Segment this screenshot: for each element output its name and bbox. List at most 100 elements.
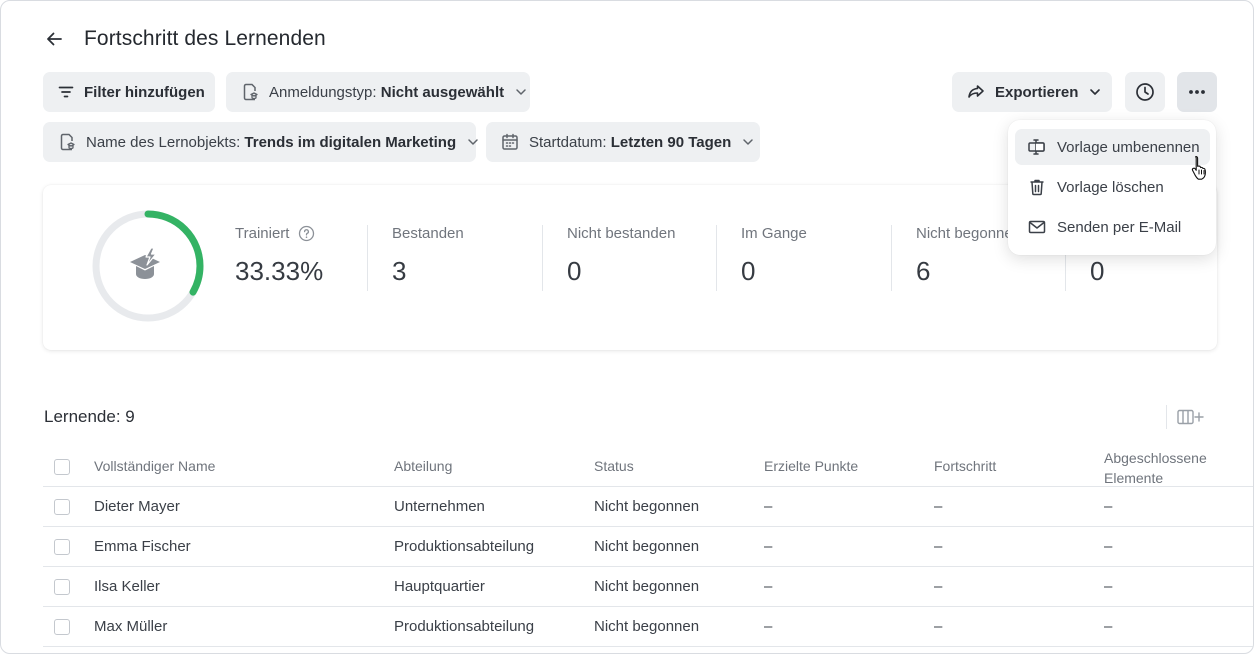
row-checkbox[interactable] [54,539,70,555]
column-header-completed[interactable]: Abgeschlossene Elemente [1104,448,1207,488]
start-date-filter[interactable]: Startdatum: Letzten 90 Tagen [486,122,760,162]
graduation-cap-icon [130,247,160,279]
cell-points: – [764,578,773,595]
learning-object-value: Trends im digitalen Marketing [244,133,457,151]
stat-not-started-label: Nicht begonnen [916,225,1022,242]
cell-status: Nicht begonnen [594,538,700,555]
learning-object-label: Name des Lernobjekts: [86,133,241,151]
menu-item-send-email[interactable]: Senden per E-Mail [1015,209,1210,245]
registration-type-filter[interactable]: Anmeldungstyp: Nicht ausgewählt [226,72,530,112]
table-row[interactable]: Dieter Mayer Unternehmen Nicht begonnen … [43,487,1253,527]
divider [716,225,717,291]
cell-completed: – [1104,618,1113,635]
divider [891,225,892,291]
row-checkbox[interactable] [54,619,70,635]
filter-icon [57,83,75,101]
column-header-progress[interactable]: Fortschritt [934,458,996,474]
cell-name: Max Müller [94,618,168,635]
rename-icon [1027,137,1047,157]
chevron-down-icon [741,135,755,149]
menu-item-delete-template[interactable]: Vorlage löschen [1015,169,1210,205]
column-header-points[interactable]: Erzielte Punkte [764,458,858,474]
menu-item-label: Senden per E-Mail [1057,218,1182,236]
column-settings-button[interactable] [1166,405,1212,429]
registration-type-value: Nicht ausgewählt [380,83,505,101]
stat-last-value: 0 [1090,256,1105,286]
export-label: Exportieren [995,83,1079,101]
app-window: Fortschritt des Lernenden Filter hinzufü… [0,0,1254,654]
page-header: Fortschritt des Lernenden [43,27,326,51]
more-dots-icon [1187,82,1207,102]
stat-failed: Nicht bestanden 0 [567,225,675,287]
select-all-checkbox[interactable] [54,459,70,475]
course-icon [57,132,77,152]
stat-passed-value: 3 [392,256,407,286]
help-circle-icon[interactable] [298,225,315,242]
column-header-department[interactable]: Abteilung [394,458,452,474]
row-checkbox[interactable] [54,579,70,595]
stat-trained: Trainiert 33.33% [235,225,323,287]
add-filter-button[interactable]: Filter hinzufügen [43,72,215,112]
cell-department: Unternehmen [394,498,485,515]
back-arrow-icon[interactable] [43,28,65,50]
stat-not-started: Nicht begonnen 6 [916,225,1021,287]
stat-in-progress: Im Gange 0 [741,225,807,287]
cell-progress: – [934,498,943,515]
cell-points: – [764,618,773,635]
column-header-status[interactable]: Status [594,458,634,474]
learners-count: Lernende: 9 [44,407,135,426]
table-row[interactable]: Ilsa Keller Hauptquartier Nicht begonnen… [43,567,1253,607]
more-options-button[interactable] [1177,72,1217,112]
registration-type-label: Anmeldungstyp: [269,83,377,101]
export-button[interactable]: Exportieren [952,72,1112,112]
cell-status: Nicht begonnen [594,498,700,515]
stat-passed: Bestanden 3 [392,225,464,287]
cell-progress: – [934,618,943,635]
start-date-label: Startdatum: [529,133,607,151]
cell-points: – [764,498,773,515]
divider [542,225,543,291]
table-row[interactable]: Emma Fischer Produktionsabteilung Nicht … [43,527,1253,567]
chevron-down-icon [466,135,480,149]
cell-name: Dieter Mayer [94,498,180,515]
cell-name: Emma Fischer [94,538,191,555]
cell-status: Nicht begonnen [594,618,700,635]
column-header-completed-line2: Elemente [1104,470,1164,486]
stat-trained-value: 33.33% [235,256,324,286]
cell-department: Produktionsabteilung [394,618,535,635]
add-filter-label: Filter hinzufügen [84,83,205,101]
clock-icon [1134,81,1156,103]
cell-completed: – [1104,578,1113,595]
cell-department: Hauptquartier [394,578,485,595]
page-title: Fortschritt des Lernenden [84,27,326,50]
stat-not-started-value: 6 [916,256,931,286]
menu-item-rename-template[interactable]: Vorlage umbenennen [1015,129,1210,165]
learning-object-filter[interactable]: Name des Lernobjekts: Trends im digitale… [43,122,478,162]
hand-cursor-icon [1191,155,1209,186]
cell-progress: – [934,538,943,555]
chevron-down-icon [1088,85,1102,99]
column-header-name[interactable]: Vollständiger Name [94,458,215,474]
share-arrow-icon [966,82,986,102]
table-header: Vollständiger Name Abteilung Status Erzi… [43,445,1253,488]
mail-icon [1027,217,1047,237]
divider [367,225,368,291]
trained-progress-ring [90,208,206,324]
cell-completed: – [1104,538,1113,555]
chevron-down-icon [514,85,528,99]
table-row[interactable]: Max Müller Produktionsabteilung Nicht be… [43,607,1253,647]
columns-plus-icon [1175,408,1205,426]
row-checkbox[interactable] [54,499,70,515]
cell-department: Produktionsabteilung [394,538,535,555]
cell-points: – [764,538,773,555]
course-icon [240,82,260,102]
menu-item-label: Vorlage löschen [1057,178,1164,196]
history-button[interactable] [1125,72,1165,112]
cell-progress: – [934,578,943,595]
stat-failed-value: 0 [567,256,582,286]
calendar-icon [500,132,520,152]
cell-status: Nicht begonnen [594,578,700,595]
stat-in-progress-label: Im Gange [741,225,807,242]
stat-failed-label: Nicht bestanden [567,225,676,242]
stat-passed-label: Bestanden [392,225,464,242]
